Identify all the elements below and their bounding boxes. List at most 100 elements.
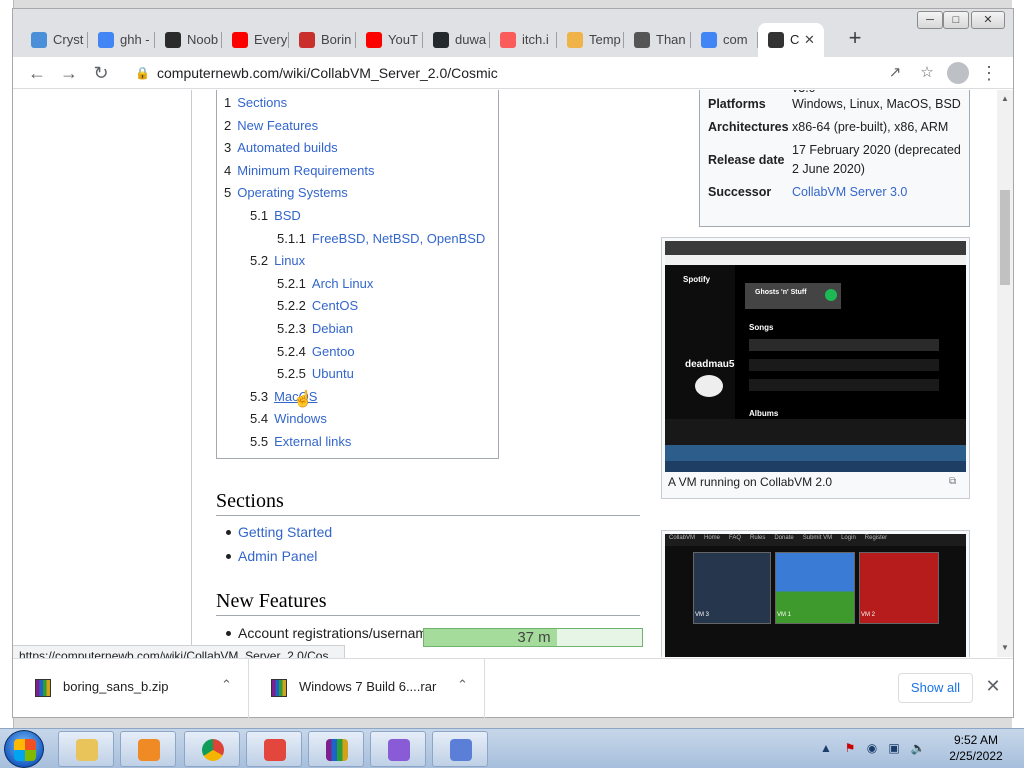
scroll-thumb[interactable]: [1000, 190, 1010, 285]
toc-item[interactable]: 4 Minimum Requirements: [224, 163, 375, 178]
taskbar-visual-studio[interactable]: [370, 731, 426, 767]
app-icon: [450, 739, 472, 761]
network-globe-icon[interactable]: ◉: [864, 741, 880, 757]
toc-link[interactable]: Windows: [274, 411, 327, 426]
scroll-up-arrow[interactable]: ▲: [997, 92, 1013, 106]
forward-button[interactable]: →: [57, 61, 81, 85]
toc-link[interactable]: Minimum Requirements: [237, 163, 374, 178]
minimize-button[interactable]: ─: [917, 11, 943, 29]
taskbar-media-player[interactable]: [120, 731, 176, 767]
collabvm-site-screenshot[interactable]: CollabVM Home FAQ Rules Donate Submit VM Login…: [665, 534, 966, 657]
download-filename[interactable]: Windows 7 Build 6....rar: [299, 679, 436, 694]
toc-link[interactable]: Debian: [312, 321, 353, 336]
github-icon: [433, 32, 449, 48]
tab-itch[interactable]: itch.i: [490, 23, 557, 57]
share-icon[interactable]: ↗: [885, 63, 905, 83]
close-icon[interactable]: ✕: [983, 676, 1003, 698]
address-bar[interactable]: 🔒 computernewb.com/wiki/CollabVM_Server_…: [125, 59, 934, 87]
toc-link[interactable]: CentOS: [312, 298, 358, 313]
tab-youtube[interactable]: YouT: [356, 23, 423, 57]
taskbar-explorer[interactable]: [58, 731, 114, 767]
toc-link[interactable]: Operating Systems: [237, 185, 348, 200]
toc-item[interactable]: 5.2 Linux: [250, 253, 305, 268]
maximize-button[interactable]: □: [943, 11, 969, 29]
toc-item[interactable]: 5.4 Windows: [250, 411, 327, 426]
display-icon[interactable]: ▣: [886, 741, 902, 757]
tab-github[interactable]: duwa: [423, 23, 490, 57]
section-link[interactable]: Admin Panel: [238, 548, 317, 564]
tab-google[interactable]: com: [691, 23, 758, 57]
infobox-value[interactable]: CollabVM Server 3.0: [792, 183, 967, 202]
toc-link[interactable]: BSD: [274, 208, 301, 223]
toc-link[interactable]: Automated builds: [237, 140, 337, 155]
menu-dots-icon[interactable]: ⋮: [979, 61, 999, 85]
google-icon: [98, 32, 114, 48]
clock-date[interactable]: 2/25/2022: [946, 749, 1006, 763]
toc-item[interactable]: 5.2.3 Debian: [277, 321, 353, 336]
download-item[interactable]: boring_sans_b.zip ⌃: [13, 659, 249, 718]
enlarge-icon[interactable]: ⧉: [949, 476, 956, 487]
clock-time[interactable]: 9:52 AM: [946, 733, 1006, 747]
profile-avatar[interactable]: [947, 62, 969, 84]
toc-item[interactable]: 5.2.1 Arch Linux: [277, 276, 373, 291]
show-all-button[interactable]: Show all: [898, 673, 973, 703]
url-text[interactable]: computernewb.com/wiki/CollabVM_Server_2.…: [157, 65, 498, 81]
chevron-up-icon[interactable]: ⌃: [221, 677, 232, 693]
chevron-up-icon[interactable]: ⌃: [457, 677, 468, 693]
spotify-screenshot[interactable]: Spotify Ghosts 'n' Stuff Songs deadmau5 …: [665, 241, 966, 472]
tab-temp[interactable]: Temp: [557, 23, 624, 57]
spotify-track-title: Ghosts 'n' Stuff: [755, 289, 807, 296]
toc-item[interactable]: 5 Operating Systems: [224, 185, 348, 200]
toc-link[interactable]: Gentoo: [312, 344, 355, 359]
toc-link[interactable]: External links: [274, 434, 351, 449]
back-button[interactable]: ←: [25, 61, 49, 85]
toc-item[interactable]: 1 Sections: [224, 95, 287, 110]
taskbar-chrome[interactable]: [184, 731, 240, 767]
tab-collabvm[interactable]: C ✕: [758, 23, 824, 57]
toc-item[interactable]: 5.2.2 CentOS: [277, 298, 358, 313]
toc-link[interactable]: Ubuntu: [312, 366, 354, 381]
start-button[interactable]: [4, 730, 44, 768]
tab-crystal[interactable]: Cryst: [21, 23, 88, 57]
taskbar-app[interactable]: [432, 731, 488, 767]
toc-item[interactable]: 5.5 External links: [250, 434, 351, 449]
tab-boring[interactable]: Borin: [289, 23, 356, 57]
itch-icon: [500, 32, 516, 48]
page-scrollbar[interactable]: ▲ ▼: [997, 90, 1013, 657]
thumbnail-vm-screenshot[interactable]: Spotify Ghosts 'n' Stuff Songs deadmau5 …: [661, 237, 970, 499]
page-viewport: 1 Sections 2 New Features 3 Automated builds 4…: [13, 90, 997, 657]
toc-item[interactable]: 5.2.5 Ubuntu: [277, 366, 354, 381]
toc-item[interactable]: 5.1 BSD: [250, 208, 301, 223]
section-link[interactable]: Getting Started: [238, 524, 332, 540]
download-item[interactable]: Windows 7 Build 6....rar ⌃: [249, 659, 485, 718]
tab-google[interactable]: ghh -: [88, 23, 155, 57]
spotify-logo-text: Spotify: [683, 275, 711, 284]
reload-button[interactable]: ↻: [89, 61, 113, 85]
toc-link[interactable]: Arch Linux: [312, 276, 373, 291]
taskbar-game-app[interactable]: [246, 731, 302, 767]
tab-youtube[interactable]: Every: [222, 23, 289, 57]
bookmark-star-icon[interactable]: ☆: [917, 63, 937, 83]
toc-link[interactable]: Linux: [274, 253, 305, 268]
toc-item[interactable]: 5.1.1 FreeBSD, NetBSD, OpenBSD: [277, 231, 485, 246]
new-tab-button[interactable]: +: [841, 25, 869, 53]
crystal-icon: [31, 32, 47, 48]
toc-link[interactable]: New Features: [237, 118, 318, 133]
close-tab-icon[interactable]: ✕: [804, 23, 815, 57]
temp-icon: [567, 32, 583, 48]
toc-link[interactable]: Sections: [237, 95, 287, 110]
taskbar-winrar[interactable]: [308, 731, 364, 767]
volume-icon[interactable]: 🔈: [910, 741, 926, 757]
toc-link[interactable]: FreeBSD, NetBSD, OpenBSD: [312, 231, 485, 246]
action-center-icon[interactable]: ⚑: [842, 741, 858, 757]
toc-item[interactable]: 5.2.4 Gentoo: [277, 344, 355, 359]
close-window-button[interactable]: ✕: [971, 11, 1005, 29]
tab-noob[interactable]: Noob: [155, 23, 222, 57]
toc-item[interactable]: 3 Automated builds: [224, 140, 338, 155]
download-filename[interactable]: boring_sans_b.zip: [63, 679, 169, 694]
thumbnail-collabvm-site[interactable]: CollabVM Home FAQ Rules Donate Submit VM Login…: [661, 530, 970, 657]
show-hidden-icons[interactable]: ▲: [818, 741, 834, 757]
toc-item[interactable]: 2 New Features: [224, 118, 318, 133]
tab-globe[interactable]: Than: [624, 23, 691, 57]
scroll-down-arrow[interactable]: ▼: [997, 641, 1013, 655]
